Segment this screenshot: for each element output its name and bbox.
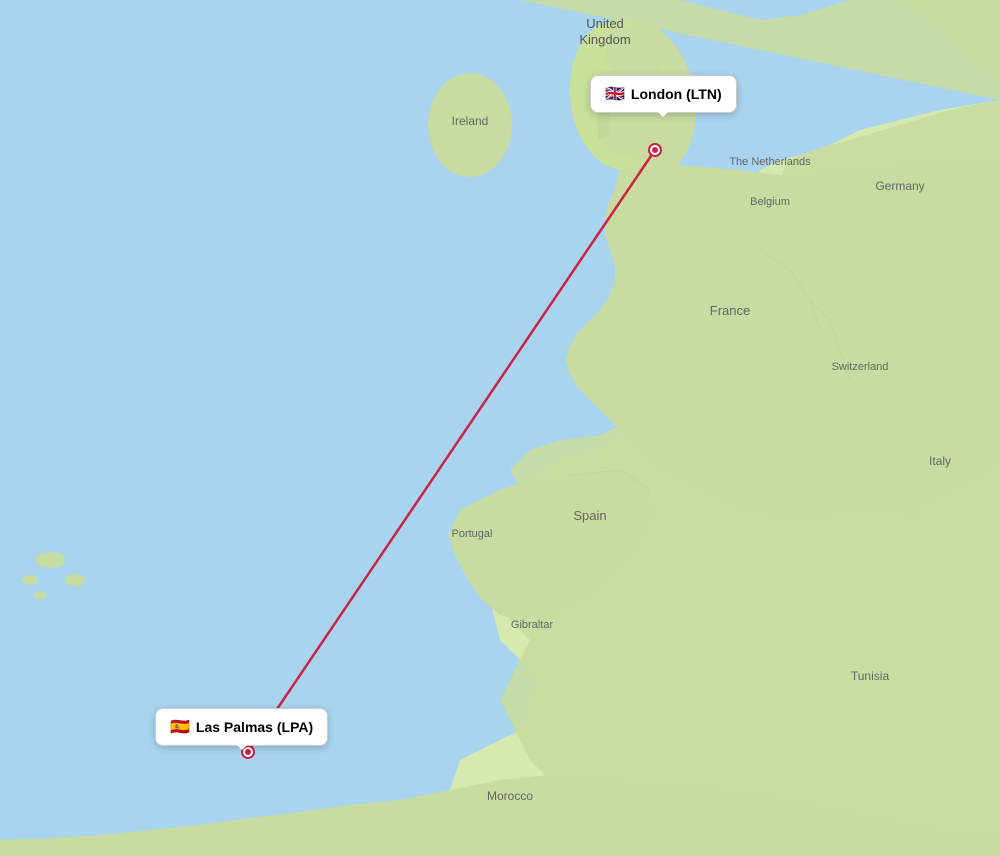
label-gibraltar: Gibraltar [511,619,554,631]
label-united-kingdom-2: Kingdom [579,32,630,47]
label-spain: Spain [573,508,606,523]
label-portugal: Portugal [452,528,493,540]
london-dot-inner [652,147,658,153]
label-germany: Germany [875,179,924,193]
laspalmas-tooltip: 🇪🇸 Las Palmas (LPA) [155,708,328,746]
label-italy: Italy [929,454,951,468]
laspalmas-label: Las Palmas (LPA) [196,719,313,735]
label-switzerland: Switzerland [832,361,889,373]
london-label: London (LTN) [631,86,722,102]
label-belgium: Belgium [750,196,790,208]
map-container: United Kingdom Ireland The Netherlands B… [0,0,1000,856]
label-netherlands: The Netherlands [729,156,811,168]
uk-flag-icon: 🇬🇧 [605,84,625,104]
label-france: France [710,303,750,318]
london-tooltip: 🇬🇧 London (LTN) [590,75,737,113]
label-united-kingdom: United [586,16,624,31]
label-morocco: Morocco [487,789,533,803]
label-ireland: Ireland [452,114,489,128]
label-tunisia: Tunisia [851,669,890,683]
es-flag-icon: 🇪🇸 [170,717,190,737]
